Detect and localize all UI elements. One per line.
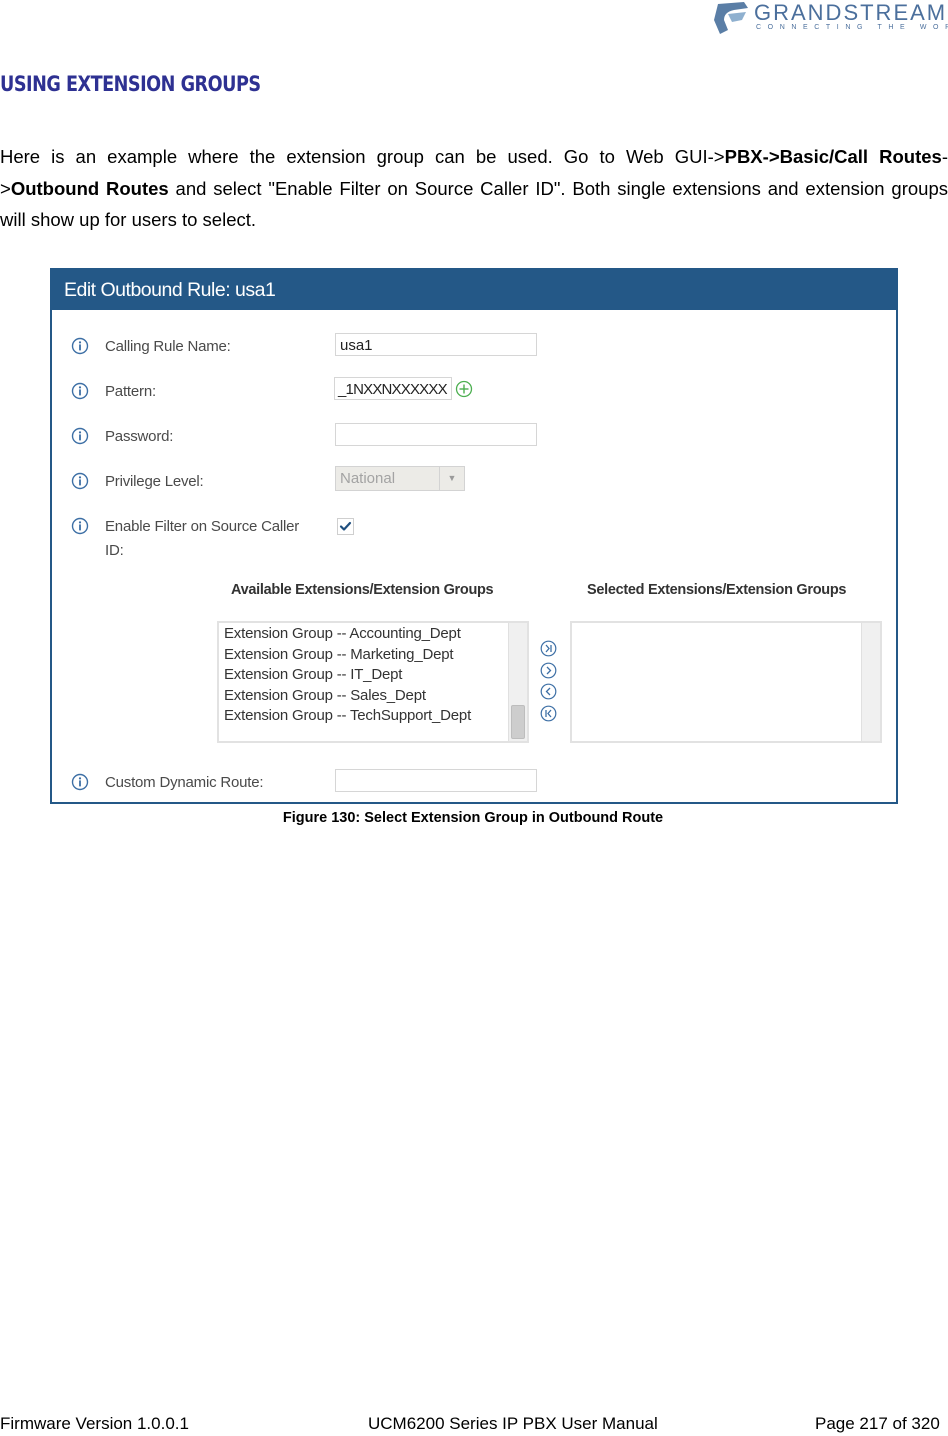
available-list-title: Available Extensions/Extension Groups bbox=[231, 582, 494, 598]
move-all-left-icon[interactable] bbox=[540, 705, 557, 722]
privilege-level-select[interactable]: National ▼ bbox=[335, 466, 465, 491]
intro-paragraph: Here is an example where the extension g… bbox=[0, 141, 948, 236]
calling-rule-name-label: Calling Rule Name: bbox=[105, 338, 231, 355]
move-all-right-icon[interactable] bbox=[540, 640, 557, 657]
intro-bold-basic-call-routes: Basic/Call Routes bbox=[779, 146, 942, 167]
pattern-input[interactable]: _1NXXNXXXXXX bbox=[334, 377, 452, 400]
available-scrollbar[interactable] bbox=[508, 623, 527, 741]
info-icon[interactable] bbox=[71, 517, 89, 535]
enable-filter-label-line2: ID: bbox=[105, 542, 124, 559]
intro-bold-pbx: PBX bbox=[724, 146, 763, 167]
list-item[interactable]: Extension Group -- Accounting_Dept bbox=[224, 624, 471, 645]
info-icon[interactable] bbox=[71, 472, 89, 490]
section-title: USING EXTENSION GROUPS bbox=[0, 72, 261, 96]
figure-caption-text: Figure 130: Select Extension Group in Ou… bbox=[282, 810, 664, 826]
figure-caption: Figure 130: Select Extension Group in Ou… bbox=[0, 810, 948, 826]
selected-listbox[interactable] bbox=[570, 621, 882, 743]
scrollbar-thumb[interactable] bbox=[511, 705, 525, 739]
available-items: Extension Group -- Accounting_Dept Exten… bbox=[224, 624, 471, 727]
list-item[interactable]: Extension Group -- Sales_Dept bbox=[224, 686, 471, 707]
add-pattern-icon[interactable] bbox=[455, 380, 473, 398]
intro-text-1: Here is an example where the extension g… bbox=[0, 146, 725, 167]
logo-tagline: CONNECTING THE WORLD bbox=[756, 24, 948, 31]
custom-dynamic-route-input[interactable] bbox=[335, 769, 537, 792]
intro-bold-outbound-routes: Outbound Routes bbox=[10, 177, 169, 199]
info-icon[interactable] bbox=[71, 773, 89, 791]
footer-page-number: Page 217 of 320 bbox=[815, 1414, 940, 1433]
grandstream-logo-icon bbox=[714, 2, 748, 34]
list-item[interactable]: Extension Group -- IT_Dept bbox=[224, 665, 471, 686]
grandstream-logo: GRANDSTREAM CONNECTING THE WORLD bbox=[712, 0, 948, 38]
list-item[interactable]: Extension Group -- TechSupport_Dept bbox=[224, 706, 471, 727]
selected-scrollbar[interactable] bbox=[861, 623, 880, 741]
move-left-icon[interactable] bbox=[540, 683, 557, 700]
custom-dynamic-route-label: Custom Dynamic Route: bbox=[105, 774, 264, 791]
info-icon[interactable] bbox=[71, 382, 89, 400]
pattern-label: Pattern: bbox=[105, 383, 156, 400]
checkmark-icon bbox=[339, 521, 352, 531]
enable-filter-label-line1: Enable Filter on Source Caller bbox=[105, 518, 300, 535]
privilege-level-label: Privilege Level: bbox=[105, 473, 204, 490]
footer-manual-title: UCM6200 Series IP PBX User Manual bbox=[368, 1414, 658, 1433]
password-label: Password: bbox=[105, 428, 174, 445]
move-right-icon[interactable] bbox=[540, 662, 557, 679]
intro-arrow-1: -> bbox=[762, 146, 780, 167]
dialog-title: Edit Outbound Rule: usa1 bbox=[52, 270, 896, 310]
available-listbox[interactable]: Extension Group -- Accounting_Dept Exten… bbox=[217, 621, 529, 743]
calling-rule-name-input[interactable]: usa1 bbox=[335, 333, 537, 356]
privilege-level-value: National bbox=[340, 470, 396, 487]
edit-outbound-rule-dialog: Edit Outbound Rule: usa1 Calling Rule Na… bbox=[50, 268, 898, 804]
info-icon[interactable] bbox=[71, 427, 89, 445]
enable-filter-checkbox[interactable] bbox=[337, 518, 354, 535]
list-item[interactable]: Extension Group -- Marketing_Dept bbox=[224, 645, 471, 666]
info-icon[interactable] bbox=[71, 337, 89, 355]
logo-wordmark: GRANDSTREAM bbox=[754, 0, 948, 25]
chevron-down-icon: ▼ bbox=[439, 467, 464, 490]
footer-firmware-version: Firmware Version 1.0.0.1 bbox=[0, 1414, 189, 1433]
password-input[interactable] bbox=[335, 423, 537, 446]
selected-list-title: Selected Extensions/Extension Groups bbox=[587, 582, 847, 598]
